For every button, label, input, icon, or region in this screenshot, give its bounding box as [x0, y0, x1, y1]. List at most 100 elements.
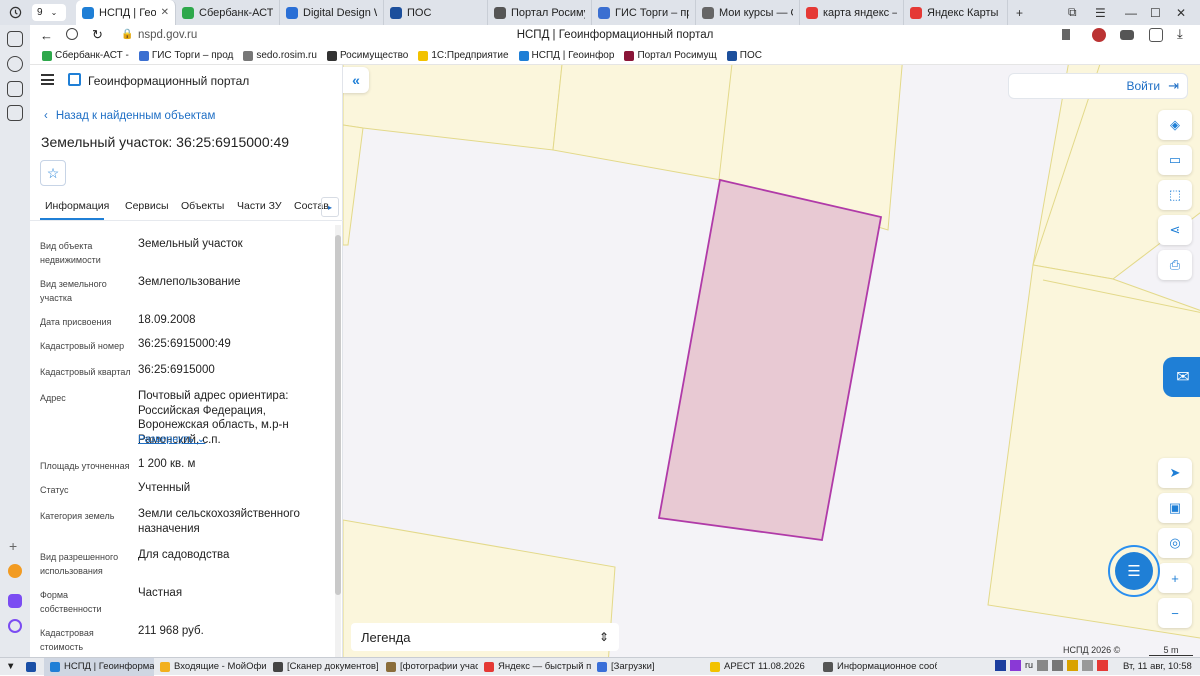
bookmark-item[interactable]: ГИС Торги – прод — [138, 50, 233, 61]
property-label: Кадастровый квартал — [40, 367, 131, 377]
geolocation-button[interactable]: ◎ — [1158, 528, 1192, 558]
locate-button[interactable]: ➤ — [1158, 458, 1192, 488]
minimap-button[interactable]: ▣ — [1158, 493, 1192, 523]
legend-dropdown[interactable]: Легенда ⇕ — [351, 623, 619, 651]
browser-tab[interactable]: ПОС — [384, 0, 488, 25]
close-tab-icon[interactable]: ✕ — [161, 7, 169, 18]
tabs-scroll-right-button[interactable]: ▸ — [321, 197, 339, 217]
browser-tab[interactable]: Портал Росимущес — [488, 0, 592, 25]
share-button[interactable]: ⋖ — [1158, 215, 1192, 245]
app-icon — [50, 661, 60, 672]
clock[interactable]: Вт, 11 авг, 10:58 — [1123, 661, 1192, 672]
antivirus-icon[interactable] — [1097, 660, 1109, 671]
bookmark-item[interactable]: sedo.rosim.ru — [243, 50, 317, 61]
bookmark-item[interactable]: Сбербанк-АСТ - — [42, 50, 129, 61]
add-panel-icon[interactable]: + — [9, 538, 17, 554]
minimize-button[interactable]: — — [1125, 6, 1137, 20]
target-icon: ◎ — [1169, 535, 1181, 550]
keyboard-layout[interactable]: ru — [1025, 660, 1033, 671]
taskbar-item[interactable]: [Сканер документов] — [267, 658, 380, 676]
download-arrow-icon[interactable]: ⤓ — [1177, 26, 1183, 42]
browser-tab[interactable]: НСПД | Геоинфор ✕ — [76, 0, 176, 25]
tab-manager-icon[interactable]: ⧉ — [1068, 5, 1077, 20]
alice-icon[interactable] — [8, 619, 22, 633]
menu-icon[interactable]: ☰ — [1095, 6, 1106, 20]
tab-counter[interactable]: 9 ⌄ — [32, 4, 66, 21]
browser-tab[interactable]: Мои курсы — Онла — [696, 0, 800, 25]
start-menu-button[interactable] — [20, 658, 44, 676]
messenger-icon[interactable] — [8, 594, 22, 608]
bookmark-item[interactable]: 1С:Предприятие — [418, 50, 509, 61]
taskbar-item[interactable]: [фотографии участка с... — [380, 658, 478, 676]
app-tray-icon[interactable] — [1067, 660, 1079, 671]
scrollbar-thumb[interactable] — [335, 235, 341, 595]
extensions-icon[interactable] — [1149, 28, 1163, 42]
chat-assistant-button[interactable]: ☰ — [1108, 545, 1160, 597]
play-icon[interactable] — [7, 56, 23, 72]
taskbar-item[interactable]: АРЕСТ 11.08.2026 — [704, 658, 817, 676]
minimap-icon: ▣ — [1168, 500, 1182, 515]
panel-scrollbar[interactable] — [335, 225, 341, 657]
zoom-out-button[interactable]: − — [1158, 598, 1192, 628]
browser-tab[interactable]: ГИС Торги – прода — [592, 0, 696, 25]
neighbor-parcel[interactable] — [343, 124, 364, 246]
tab-count-value: 9 — [37, 7, 43, 18]
location-arrow-icon: ➤ — [1169, 465, 1181, 480]
yandex-tray-icon[interactable] — [995, 660, 1006, 671]
back-link[interactable]: ‹ Назад к найденным объектам — [44, 110, 215, 122]
volume-icon[interactable] — [1037, 660, 1049, 671]
browser-tab[interactable]: Сбербанк-АСТ - Эл — [176, 0, 280, 25]
bookmark-item[interactable]: ПОС — [726, 50, 762, 61]
taskbar-item[interactable]: [Загрузки] — [591, 658, 704, 676]
map-canvas[interactable] — [343, 65, 1200, 657]
collapse-panel-button[interactable]: « — [343, 67, 369, 93]
info-tab[interactable]: Части ЗУ — [237, 200, 282, 212]
taskbar-item[interactable]: НСПД | Геоинформаци... — [44, 657, 154, 676]
messenger-tray-icon[interactable] — [1010, 660, 1021, 671]
info-tab[interactable]: Информация — [45, 200, 109, 212]
clipboard-icon[interactable] — [1082, 660, 1094, 671]
taskbar-item[interactable]: Информационное сооб... — [817, 658, 937, 676]
taskbar-item[interactable]: Яндекс — быстрый пои... — [478, 658, 591, 676]
downloads-icon[interactable] — [1120, 30, 1134, 40]
filter-icon[interactable]: ▼ — [0, 658, 20, 676]
favorite-star-button[interactable]: ☆ — [40, 160, 66, 186]
browser-tab[interactable]: Digital Design Web — [280, 0, 384, 25]
browser-tab[interactable]: Яндекс Карты — [904, 0, 1008, 25]
bookmark-icon[interactable] — [1062, 29, 1070, 40]
bookmark-item[interactable]: Росимущество — [326, 50, 408, 61]
browser-tab[interactable]: карта яндекс — Янд — [800, 0, 904, 25]
notes-icon[interactable] — [7, 81, 23, 97]
history-icon[interactable] — [3, 0, 27, 25]
network-icon[interactable] — [1052, 660, 1064, 671]
zoom-in-button[interactable]: + — [1158, 563, 1192, 593]
bookmark-item[interactable]: Портал Росимущ — [624, 50, 717, 61]
neighbor-parcel[interactable] — [552, 65, 733, 181]
tab-favicon-icon — [806, 6, 818, 19]
selection-button[interactable]: ⬚ — [1158, 180, 1192, 210]
info-tab[interactable]: Объекты — [181, 200, 224, 212]
maximize-button[interactable]: ☐ — [1150, 6, 1161, 20]
neighbor-parcel[interactable] — [343, 65, 563, 151]
info-tab[interactable]: Сервисы — [125, 200, 169, 212]
print-button[interactable]: ⎙ — [1158, 250, 1192, 280]
collections-icon[interactable] — [7, 31, 23, 47]
ruler-button[interactable]: ▭ — [1158, 145, 1192, 175]
close-button[interactable]: ✕ — [1176, 6, 1186, 20]
expand-address-link[interactable]: Развернуть ⌄ — [138, 433, 205, 445]
screenshot-icon[interactable] — [7, 105, 23, 121]
hamburger-menu-icon[interactable] — [41, 74, 54, 85]
tab-favicon-icon — [910, 6, 922, 19]
taskbar-item[interactable]: Входящие - МойОфис ... — [154, 658, 267, 676]
bookmark-item[interactable]: НСПД | Геоинфор — [518, 50, 614, 61]
browser-sidebar: + — [0, 25, 30, 657]
selected-parcel[interactable] — [657, 178, 883, 542]
mail-app-icon[interactable] — [8, 564, 22, 578]
add-tab-button[interactable]: + — [1016, 6, 1023, 20]
layers-button[interactable]: ◈ — [1158, 110, 1192, 140]
login-button[interactable]: Войти ⇥ — [1008, 73, 1188, 99]
feedback-button[interactable]: ✉ — [1163, 357, 1200, 397]
extension-icon[interactable] — [1092, 28, 1106, 42]
star-icon: ☆ — [46, 164, 60, 181]
map-view[interactable]: « Войти ⇥ ◈ ▭ ⬚ ⋖ ⎙ ✉ ➤ ▣ ◎ + − ☰ Легенд… — [343, 65, 1200, 657]
